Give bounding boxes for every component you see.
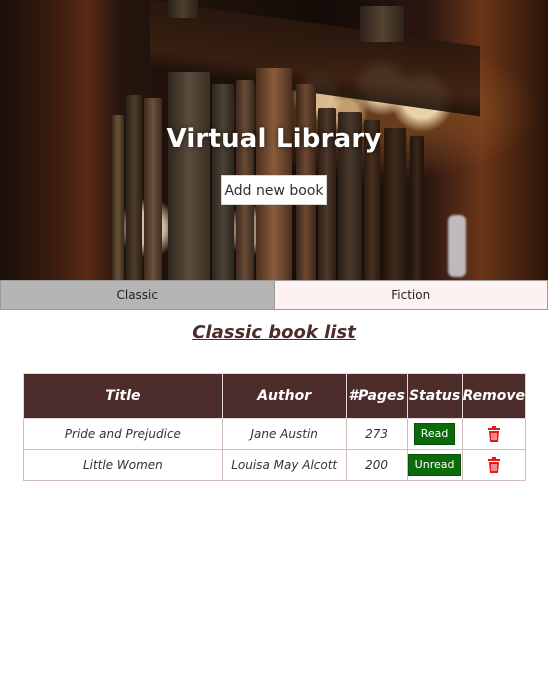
book-spine-decoration xyxy=(168,72,210,280)
book-spine-decoration xyxy=(360,6,404,42)
book-status-cell: Unread xyxy=(406,449,463,481)
page-title: Virtual Library xyxy=(166,124,382,154)
book-list-title: Classic book list xyxy=(192,322,356,343)
book-spine-decoration xyxy=(256,68,292,280)
book-remove-cell xyxy=(461,449,527,481)
book-spine-decoration xyxy=(126,95,142,280)
book-table: Title Author #Pages Status Remove Pride … xyxy=(23,373,527,481)
book-author-cell: Jane Austin xyxy=(221,418,347,450)
column-header-title: Title xyxy=(23,373,223,419)
book-title-cell: Pride and Prejudice xyxy=(23,418,223,450)
book-remove-cell xyxy=(461,418,527,450)
table-header-row: Title Author #Pages Status Remove xyxy=(23,373,527,419)
table-row: Pride and Prejudice Jane Austin 273 Read xyxy=(23,418,527,450)
book-spine-decoration xyxy=(168,0,198,18)
category-tabs: Classic Fiction xyxy=(0,280,548,310)
hero-banner: Virtual Library Add new book xyxy=(0,0,548,280)
book-pages-cell: 200 xyxy=(345,449,408,481)
tab-classic[interactable]: Classic xyxy=(0,280,275,310)
trash-icon[interactable] xyxy=(487,426,501,442)
table-row: Little Women Louisa May Alcott 200 Unrea… xyxy=(23,449,527,481)
book-title-cell: Little Women xyxy=(23,449,223,481)
book-author-cell: Louisa May Alcott xyxy=(221,449,347,481)
add-new-book-button[interactable]: Add new book xyxy=(221,175,327,205)
book-spine-decoration xyxy=(410,136,424,280)
column-header-status: Status xyxy=(406,373,463,419)
column-header-author: Author xyxy=(221,373,347,419)
column-header-remove: Remove xyxy=(461,373,527,419)
tab-fiction[interactable]: Fiction xyxy=(274,280,548,310)
status-toggle-button[interactable]: Unread xyxy=(407,454,462,476)
book-pages-cell: 273 xyxy=(345,418,408,450)
status-toggle-button[interactable]: Read xyxy=(413,423,456,445)
trash-icon[interactable] xyxy=(487,457,501,473)
book-status-cell: Read xyxy=(406,418,463,450)
light-glow-decoration xyxy=(448,215,466,277)
column-header-pages: #Pages xyxy=(345,373,408,419)
